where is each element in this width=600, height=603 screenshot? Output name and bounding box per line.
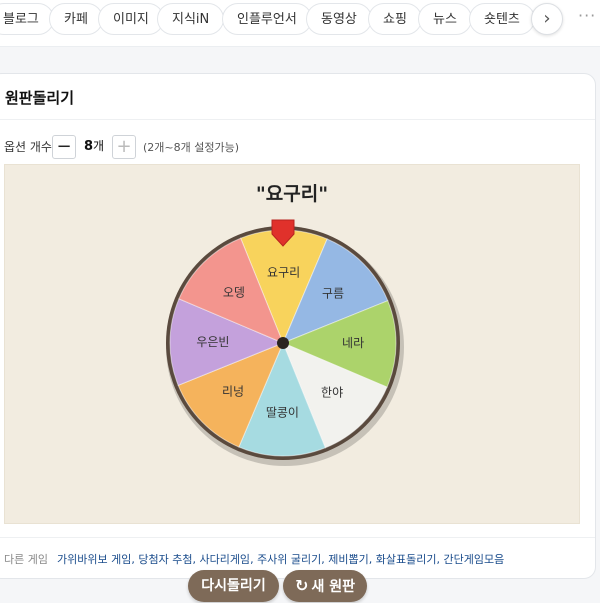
- separator: ,: [368, 553, 376, 566]
- wheel-segment-label: 한야: [321, 386, 343, 400]
- wheel-segment-label: 리넝: [222, 385, 244, 399]
- wheel-hub: [277, 337, 289, 349]
- more-icon[interactable]: ···: [578, 6, 596, 25]
- refresh-icon: ↻: [295, 576, 309, 595]
- wheel-segment-label: 오뎅: [223, 286, 245, 300]
- new-wheel-button[interactable]: ↻ 새 원판: [283, 570, 367, 602]
- wheel-segment-label: 우은빈: [196, 335, 229, 349]
- other-games-links: 가위바위보 게임, 당첨자 추첨, 사다리게임, 주사위 굴리기, 제비뽑기, …: [57, 551, 504, 567]
- respin-button[interactable]: 다시돌리기: [188, 570, 279, 602]
- tab-news[interactable]: 뉴스: [418, 3, 472, 35]
- other-game-link[interactable]: 주사위 굴리기: [257, 553, 321, 566]
- tab-cafe[interactable]: 카페: [49, 3, 103, 35]
- other-game-link[interactable]: 제비뽑기: [328, 553, 368, 566]
- tab-kin[interactable]: 지식iN: [157, 3, 225, 35]
- wheel-panel: "요구리" 요구리 구름 네라 한야 딸콩이 리넝 우은빈 오뎅 다시돌리기 ↻ 새 원판: [4, 164, 581, 602]
- chevron-right-icon[interactable]: ›: [531, 3, 563, 35]
- separator: ,: [436, 553, 444, 566]
- tab-image[interactable]: 이미지: [98, 3, 164, 35]
- option-count-value: 8개: [84, 139, 105, 154]
- tab-blog[interactable]: 블로그: [0, 3, 54, 35]
- spinning-wheel[interactable]: 요구리구름네라한야딸콩이 리넝 우은빈 오뎅: [5, 165, 581, 525]
- wheel-segment-label: 네라: [342, 336, 364, 350]
- tab-influencer[interactable]: 인플루언서: [222, 3, 312, 35]
- option-range-hint: (2개~8개 설정가능): [143, 141, 240, 154]
- divider: [0, 537, 595, 538]
- wheel-game-card: 원판돌리기 옵션 개수 − 8개 + (2개~8개 설정가능) "요구리" 요구…: [0, 73, 596, 602]
- other-game-link[interactable]: 가위바위보 게임: [57, 553, 131, 566]
- increase-option-button[interactable]: +: [112, 135, 136, 159]
- tab-video[interactable]: 동영상: [306, 3, 372, 35]
- other-game-link[interactable]: 간단게임모음: [444, 553, 505, 566]
- new-wheel-label: 새 원판: [311, 579, 355, 595]
- wheel-segment-label: 요구리: [267, 265, 300, 279]
- tab-shopping[interactable]: 쇼핑: [368, 3, 422, 35]
- search-tab-bar: 블로그 카페 이미지 지식iN 인플루언서 동영상 쇼핑 뉴스 숏텐츠 › ··…: [0, 0, 600, 47]
- wheel-segment-label: 딸콩이: [266, 406, 299, 420]
- tab-shortents[interactable]: 숏텐츠: [469, 3, 535, 35]
- other-game-link[interactable]: 당첨자 추첨: [138, 553, 192, 566]
- other-games-label: 다른 게임: [4, 553, 48, 566]
- separator: ,: [250, 553, 258, 566]
- card-title: 원판돌리기: [5, 89, 75, 107]
- other-game-link[interactable]: 사다리게임: [199, 553, 250, 566]
- divider: [0, 119, 595, 120]
- other-game-link[interactable]: 화살표돌리기: [376, 553, 437, 566]
- decrease-option-button[interactable]: −: [52, 135, 76, 159]
- option-count-label: 옵션 개수: [4, 140, 52, 154]
- wheel-segment-label: 구름: [322, 286, 344, 300]
